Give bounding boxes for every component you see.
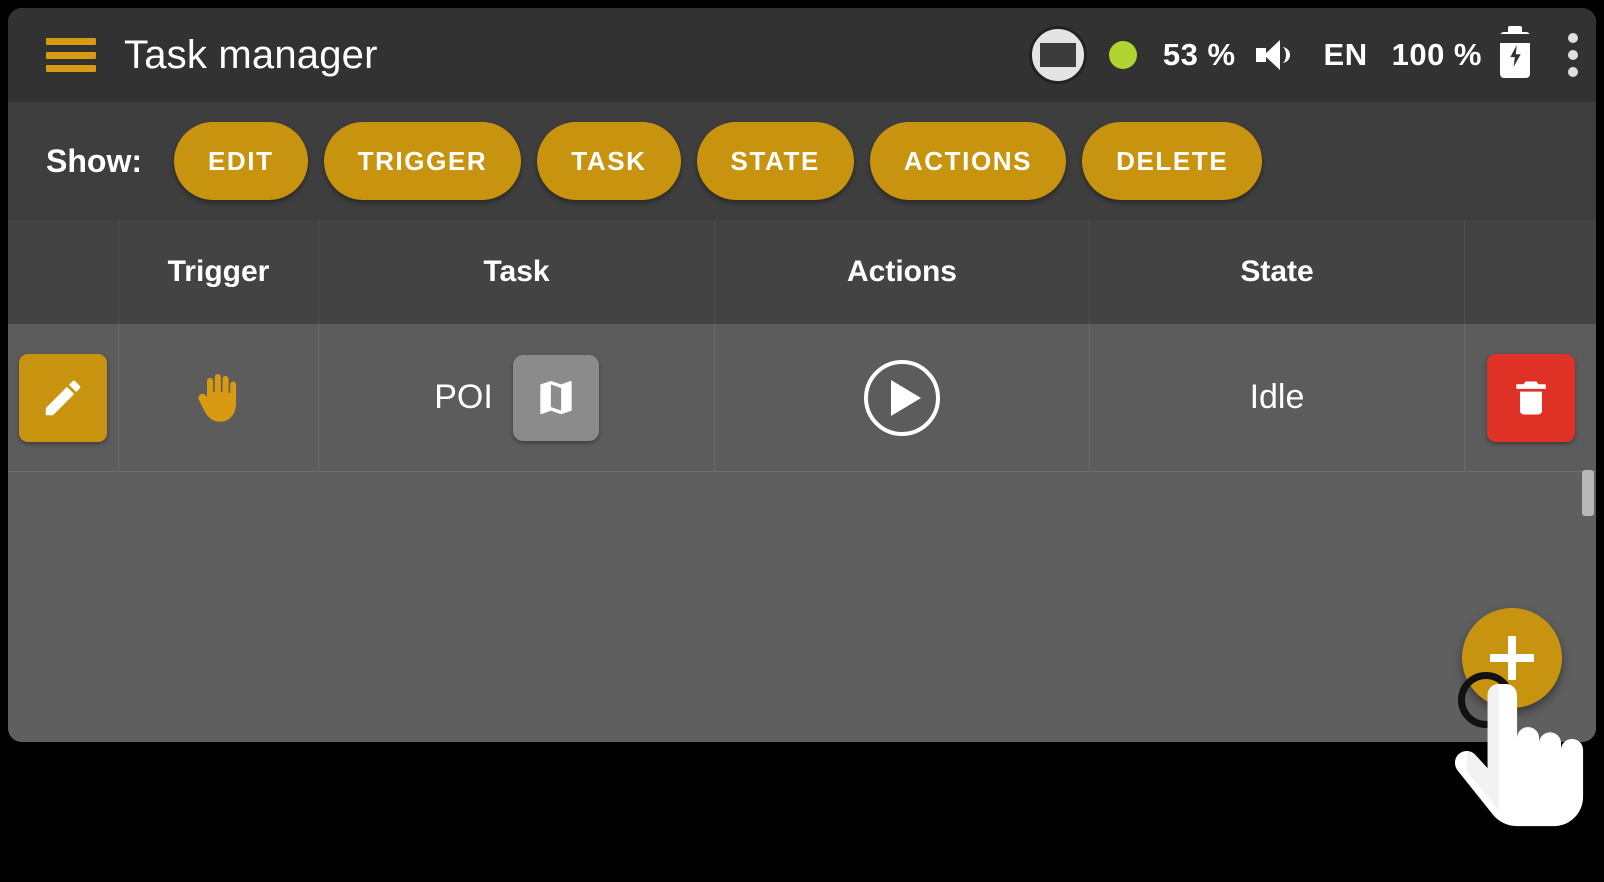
cell-task: POI [318, 324, 714, 471]
chip-delete[interactable]: DELETE [1082, 122, 1263, 200]
speaker-icon[interactable] [1255, 40, 1290, 70]
cell-actions [714, 324, 1089, 471]
table-header-row: Trigger Task Actions State [8, 220, 1596, 324]
battery-percent: 100 % [1391, 37, 1482, 72]
plus-icon [1490, 636, 1534, 680]
map-icon [540, 380, 572, 414]
play-icon[interactable] [864, 359, 940, 436]
battery-bolt [1510, 45, 1521, 67]
open-hand-icon[interactable] [187, 366, 251, 430]
app-bar: Task manager 53 % EN 100 % [8, 8, 1596, 102]
column-header-delete [1464, 220, 1596, 324]
column-header-label: Trigger [167, 255, 270, 288]
hamburger-bar [46, 51, 96, 59]
add-task-fab[interactable] [1462, 608, 1562, 708]
cell-state: Idle [1089, 324, 1464, 471]
more-vertical-icon[interactable] [1564, 29, 1578, 81]
dot [1568, 33, 1578, 43]
chip-state[interactable]: STATE [696, 122, 854, 200]
pencil-icon [45, 380, 81, 415]
map-button[interactable] [512, 354, 599, 441]
column-header-actions[interactable]: Actions [714, 220, 1089, 324]
state-text: Idle [1249, 378, 1305, 416]
speaker-cone [1263, 40, 1280, 70]
battery-charging-icon [1500, 26, 1530, 78]
column-header-label: Task [483, 255, 550, 288]
dot [1568, 67, 1578, 77]
cell-trigger [118, 324, 318, 471]
column-header-label: State [1240, 255, 1314, 288]
volume-percent: 53 % [1162, 37, 1236, 72]
column-header-task[interactable]: Task [318, 220, 714, 324]
play-triangle [890, 379, 921, 416]
green-status-dot [1108, 41, 1137, 69]
column-header-state[interactable]: State [1089, 220, 1464, 324]
task-list-empty-area [8, 470, 1596, 742]
vertical-scrollbar[interactable] [1582, 470, 1594, 516]
app-window: Task manager 53 % EN 100 % Show: EDIT TR… [8, 8, 1596, 742]
hamburger-bar [46, 65, 96, 72]
task-label: POI [434, 378, 493, 416]
hamburger-menu-icon[interactable] [46, 38, 96, 72]
show-label: Show: [46, 142, 142, 179]
trash-icon [1515, 381, 1546, 414]
chip-task[interactable]: TASK [537, 122, 681, 200]
edit-button[interactable] [19, 353, 107, 442]
dot [1568, 50, 1578, 60]
table-row: POI Idle [8, 324, 1596, 472]
screen-cast-icon[interactable] [1028, 26, 1087, 84]
column-header-label: Actions [846, 255, 957, 288]
battery-notch [1500, 34, 1530, 43]
column-header-trigger[interactable]: Trigger [118, 220, 318, 324]
chip-edit[interactable]: EDIT [173, 122, 308, 200]
language-indicator[interactable]: EN [1324, 37, 1368, 73]
cell-edit [8, 324, 118, 471]
hamburger-bar [46, 38, 96, 45]
status-bar: 53 % EN 100 % [1028, 26, 1578, 84]
task-table: Trigger Task Actions State POI Idle [8, 220, 1596, 472]
cell-delete [1464, 324, 1596, 471]
show-filter-bar: Show: EDIT TRIGGER TASK STATE ACTIONS DE… [8, 102, 1596, 220]
chip-actions[interactable]: ACTIONS [869, 122, 1067, 200]
delete-button[interactable] [1486, 353, 1575, 442]
chip-trigger[interactable]: TRIGGER [323, 122, 522, 200]
speaker-wave [1282, 47, 1290, 63]
column-header-edit [8, 220, 118, 324]
screen-cast-glyph [1039, 43, 1076, 67]
page-title: Task manager [124, 32, 378, 77]
